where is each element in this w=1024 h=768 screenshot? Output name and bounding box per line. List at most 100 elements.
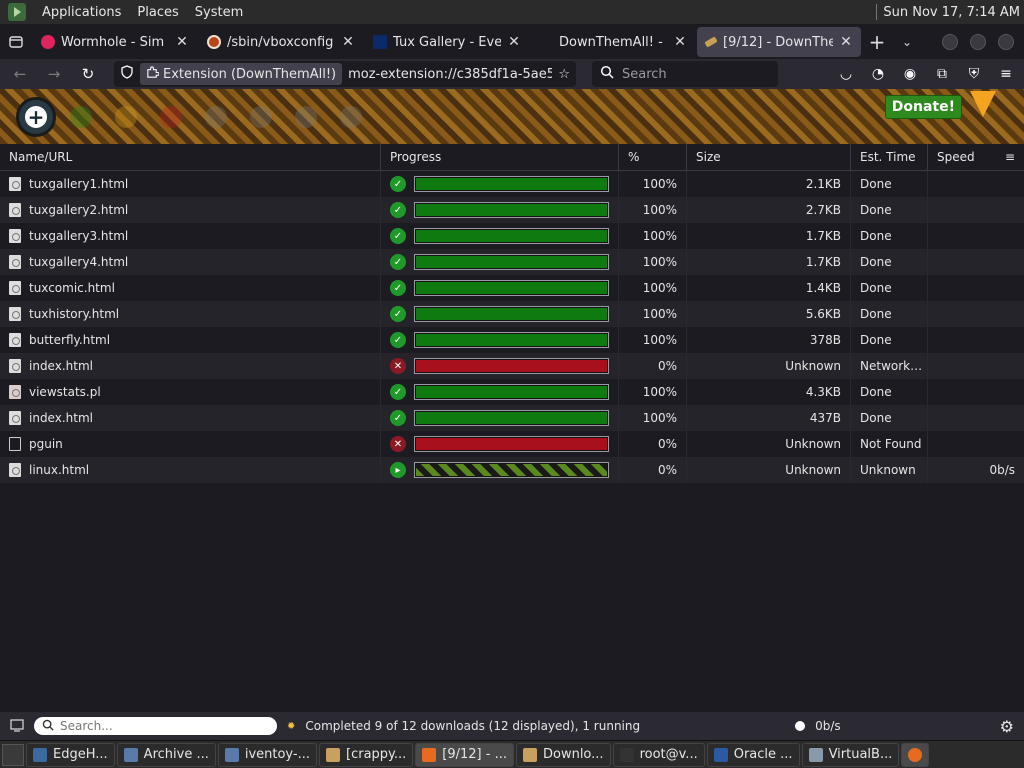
table-row[interactable]: index.html ✕ 0% Unknown Network…	[0, 353, 1024, 379]
move-bottom-button[interactable]	[331, 97, 371, 137]
file-name: tuxcomic.html	[29, 281, 115, 295]
maximize-button[interactable]	[970, 34, 986, 50]
file-name: index.html	[29, 411, 93, 425]
move-up-button[interactable]	[241, 97, 281, 137]
pocket-icon[interactable]: ◡	[834, 62, 858, 86]
table-row[interactable]: tuxcomic.html ✓ 100% 1.4KB Done	[0, 275, 1024, 301]
search-bar[interactable]: Search	[592, 61, 778, 87]
cell-est-time: Not Found	[851, 431, 928, 457]
gear-icon[interactable]: ⚙	[1000, 717, 1014, 736]
applications-menu-icon[interactable]	[8, 3, 26, 21]
close-icon[interactable]: ✕	[175, 34, 189, 50]
taskbar-item[interactable]: root@v...	[612, 742, 705, 767]
taskbar-item[interactable]: EdgeH...	[26, 742, 115, 767]
terminal-icon	[619, 747, 634, 762]
taskbar-item[interactable]: [9/12] - ...	[415, 742, 514, 767]
table-body: tuxgallery1.html ✓ 100% 2.1KB Done tuxgallery…	[0, 171, 1024, 483]
forward-button[interactable]: →	[40, 61, 68, 87]
table-row[interactable]: pguin ✕ 0% Unknown Not Found	[0, 431, 1024, 457]
close-icon[interactable]: ✕	[341, 34, 355, 50]
filter-search-input[interactable]: Search...	[34, 717, 277, 735]
table-row[interactable]: viewstats.pl ✓ 100% 4.3KB Done	[0, 379, 1024, 405]
close-icon[interactable]: ✕	[839, 34, 853, 50]
column-header-name[interactable]: Name/URL	[0, 144, 381, 170]
progress-fill	[416, 334, 607, 346]
cell-size: 2.7KB	[687, 197, 851, 223]
cell-percent: 100%	[619, 171, 687, 197]
downloads-table: Name/URL Progress % Size Est. Time Speed…	[0, 144, 1024, 483]
table-row[interactable]: tuxgallery4.html ✓ 100% 1.7KB Done	[0, 249, 1024, 275]
table-row[interactable]: tuxgallery3.html ✓ 100% 1.7KB Done	[0, 223, 1024, 249]
taskbar-item[interactable]: iventoy-...	[217, 742, 317, 767]
column-header-speed[interactable]: Speed ≡	[928, 144, 1024, 170]
cell-percent: 0%	[619, 353, 687, 379]
star-icon[interactable]: ✹	[287, 721, 295, 732]
close-icon[interactable]: ✕	[507, 34, 521, 50]
tab-tux-gallery[interactable]: Tux Gallery - Eve ✕	[365, 27, 529, 57]
menu-places[interactable]: Places	[129, 0, 186, 25]
url-bar[interactable]: Extension (DownThemAll!) moz-extension:/…	[114, 61, 576, 87]
cell-size: 1.4KB	[687, 275, 851, 301]
column-header-percent[interactable]: %	[619, 144, 687, 170]
add-download-button[interactable]: +	[16, 96, 56, 137]
minimize-button[interactable]	[942, 34, 958, 50]
table-row[interactable]: tuxhistory.html ✓ 100% 5.6KB Done	[0, 301, 1024, 327]
table-row[interactable]: index.html ✓ 100% 437B Done	[0, 405, 1024, 431]
progress-bar	[414, 254, 609, 270]
taskbar-item[interactable]: Archive ...	[116, 742, 216, 767]
column-header-est-time[interactable]: Est. Time	[851, 144, 928, 170]
taskbar-item[interactable]: Downlo...	[515, 742, 611, 767]
firefox-view-button[interactable]	[0, 25, 32, 59]
move-top-button[interactable]	[196, 97, 236, 137]
close-icon[interactable]: ✕	[673, 34, 687, 50]
clock[interactable]: Sun Nov 17, 7:14 AM	[883, 5, 1020, 20]
cell-progress: ✓	[381, 327, 619, 353]
table-row[interactable]: tuxgallery1.html ✓ 100% 2.1KB Done	[0, 171, 1024, 197]
table-row[interactable]: linux.html ▸ 0% Unknown Unknown 0b/s	[0, 457, 1024, 483]
tab-downthemall[interactable]: DownThemAll! - ✕	[531, 27, 695, 57]
donate-arrow-icon	[966, 91, 1000, 121]
table-row[interactable]: butterfly.html ✓ 100% 378B Done	[0, 327, 1024, 353]
taskbar-item[interactable]: [crappy...	[319, 742, 414, 767]
tab-wormhole[interactable]: Wormhole - Sim ✕	[33, 27, 197, 57]
menu-system[interactable]: System	[187, 0, 251, 25]
extensions-icon[interactable]: ⧉	[930, 62, 954, 86]
taskbar-item-label: Downlo...	[542, 747, 604, 762]
close-window-button[interactable]	[998, 34, 1014, 50]
column-header-size[interactable]: Size	[687, 144, 851, 170]
show-desktop-button[interactable]	[2, 743, 24, 766]
tab-dta-manager[interactable]: [9/12] - DownThe ✕	[697, 27, 861, 57]
back-button[interactable]: ←	[6, 61, 34, 87]
total-speed: 0b/s	[815, 719, 841, 733]
resume-button[interactable]	[61, 97, 101, 137]
donate-button[interactable]: Donate!	[884, 95, 962, 119]
extension-identity-chip[interactable]: Extension (DownThemAll!)	[140, 63, 343, 85]
app-icon	[224, 747, 239, 762]
cancel-button[interactable]	[151, 97, 191, 137]
taskbar-item-label: VirtualB...	[828, 747, 893, 762]
column-picker-icon[interactable]: ≡	[1005, 150, 1015, 164]
new-tab-button[interactable]: +	[862, 30, 892, 54]
url-text[interactable]: moz-extension://c385df1a-5ae5	[348, 67, 552, 82]
ublock-icon[interactable]: ⛨	[962, 62, 986, 86]
toggle-view-icon[interactable]	[10, 718, 24, 735]
taskbar-item[interactable]: Oracle ...	[706, 742, 800, 767]
shield-icon[interactable]	[120, 65, 134, 83]
download-progress-icon[interactable]: ◔	[866, 62, 890, 86]
taskbar-item[interactable]: VirtualB...	[801, 742, 900, 767]
bookmark-star-icon[interactable]: ☆	[558, 67, 570, 82]
pause-button[interactable]	[106, 97, 146, 137]
column-header-progress[interactable]: Progress	[381, 144, 619, 170]
check-icon: ✓	[390, 202, 406, 218]
account-icon[interactable]: ◉	[898, 62, 922, 86]
cell-progress: ✓	[381, 301, 619, 327]
menu-applications[interactable]: Applications	[34, 0, 129, 25]
taskbar-firefox-launcher[interactable]	[901, 742, 930, 767]
reload-button[interactable]: ↻	[74, 61, 102, 87]
progress-bar	[414, 228, 609, 244]
move-down-button[interactable]	[286, 97, 326, 137]
tab-vboxconfig[interactable]: /sbin/vboxconfig ✕	[199, 27, 363, 57]
table-row[interactable]: tuxgallery2.html ✓ 100% 2.7KB Done	[0, 197, 1024, 223]
list-all-tabs-button[interactable]: ⌄	[892, 35, 922, 49]
hamburger-menu-icon[interactable]: ≡	[994, 62, 1018, 86]
